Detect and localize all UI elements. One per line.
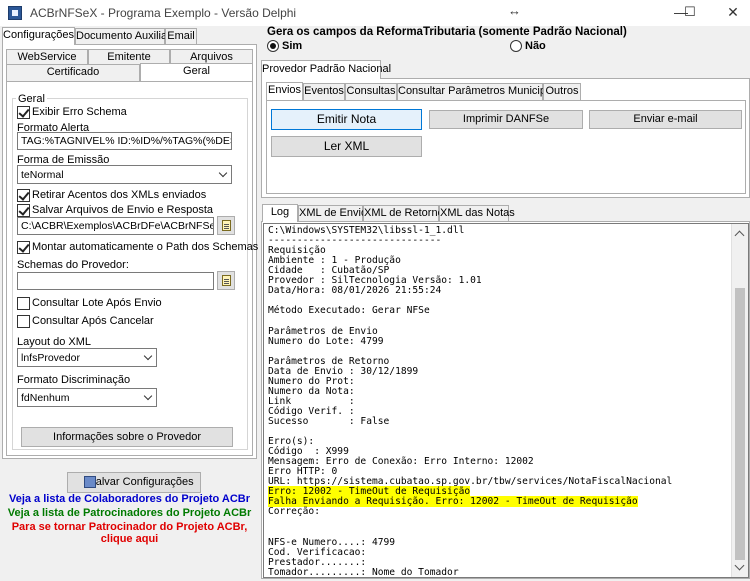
log-line: Sucesso : False: [268, 415, 390, 427]
formato-discriminacao-value: fdNenhum: [21, 392, 70, 404]
forma-emissao-value: teNormal: [21, 169, 64, 181]
enviar-email-button[interactable]: Enviar e-mail: [589, 110, 742, 129]
geral-group-title: Geral: [16, 93, 47, 105]
layout-xml-label: Layout do XML: [17, 336, 91, 348]
radio-sim[interactable]: [267, 40, 279, 52]
log-textarea[interactable]: C:\Windows\SYSTEM32\libssl-1_1.dll ------…: [263, 223, 749, 578]
save-icon: [84, 476, 96, 488]
ler-xml-button[interactable]: Ler XML: [271, 136, 422, 157]
tab-provedor-padrao-nacional[interactable]: Provedor Padrão Nacional: [261, 60, 391, 79]
schemas-input[interactable]: [17, 272, 214, 290]
tab-consultas[interactable]: Consultas: [345, 83, 397, 100]
chevron-down-icon: [218, 168, 228, 178]
chevron-down-icon: [143, 391, 153, 401]
tab-consultar-parametros[interactable]: Consultar Parâmetros Municipais: [397, 83, 560, 100]
tab-xml-retorno[interactable]: XML de Retorno: [363, 205, 444, 222]
link-tornar-patrocinador[interactable]: Para se tornar Patrocinador do Projeto A…: [0, 521, 259, 533]
emitir-nota-button[interactable]: Emitir Nota: [271, 109, 422, 130]
main-panel: Gera os campos da ReformaTributaria (som…: [261, 26, 750, 581]
radio-nao-label: Não: [525, 40, 546, 52]
consultar-apos-cancelar-label: Consultar Após Cancelar: [32, 315, 154, 327]
title-bar: ACBrNFSeX - Programa Exemplo - Versão De…: [0, 0, 750, 26]
path-input[interactable]: C:\ACBR\Exemplos\ACBrDFe\ACBrNFSeX\Delp: [17, 217, 214, 235]
tab-email[interactable]: Email: [165, 28, 197, 45]
salvar-config-button[interactable]: Salvar Configurações: [67, 472, 201, 493]
resize-icon: ↔: [508, 3, 521, 18]
scroll-down-icon[interactable]: [734, 560, 745, 571]
formato-discriminacao-label: Formato Discriminação: [17, 374, 131, 386]
salvar-arquivos-label: Salvar Arquivos de Envio e Resposta: [32, 204, 213, 216]
config-panel: Configurações Documento Auxiliar Email W…: [0, 26, 259, 581]
retirar-acentos-label: Retirar Acentos dos XMLs enviados: [32, 189, 207, 201]
layout-xml-value: lnfsProvedor: [21, 352, 80, 364]
log-line: Data/Hora: 08/01/2026 21:55:24: [268, 285, 442, 297]
schemas-label: Schemas do Provedor:: [17, 259, 129, 271]
montar-path-checkbox[interactable]: [17, 241, 30, 254]
scroll-thumb[interactable]: [735, 288, 745, 560]
radio-sim-label: Sim: [282, 40, 303, 52]
consultar-lote-checkbox[interactable]: [17, 297, 30, 310]
reforma-title: Gera os campos da ReformaTributaria (som…: [267, 26, 627, 38]
tab-configuracoes[interactable]: Configurações: [2, 27, 75, 45]
forma-emissao-select[interactable]: teNormal: [17, 165, 232, 184]
close-button[interactable]: ✕: [716, 0, 750, 26]
app-icon: [8, 6, 22, 20]
tab-xml-notas[interactable]: XML das Notas: [439, 205, 515, 222]
imprimir-danfse-button[interactable]: Imprimir DANFSe: [429, 110, 583, 129]
log-line: Método Executado: Gerar NFSe: [268, 305, 430, 317]
consultar-apos-cancelar-checkbox[interactable]: [17, 315, 30, 328]
log-line: Falha Enviando a Requisição. Erro: 12002…: [268, 496, 638, 508]
tab-documento-auxiliar[interactable]: Documento Auxiliar: [75, 28, 171, 45]
info-provedor-button[interactable]: Informações sobre o Provedor: [21, 427, 233, 447]
salvar-config-label: Salvar Configurações: [88, 476, 194, 488]
document-icon: [222, 220, 231, 231]
tab-geral[interactable]: Geral: [140, 63, 253, 81]
browse-schemas-button[interactable]: [217, 271, 235, 290]
link-patrocinadores[interactable]: Veja a lista de Patrocinadores do Projet…: [0, 507, 259, 519]
link-colaboradores[interactable]: Veja a lista de Colaboradores do Projeto…: [0, 493, 259, 505]
retirar-acentos-checkbox[interactable]: [17, 189, 30, 202]
tab-log[interactable]: Log: [262, 204, 298, 222]
exibir-erro-schema-checkbox[interactable]: [17, 106, 30, 119]
formato-alerta-input[interactable]: TAG:%TAGNIVEL% ID:%ID%/%TAG%(%DESCRI: [17, 132, 232, 150]
formato-discriminacao-select[interactable]: fdNenhum: [17, 388, 157, 407]
log-line: Tomador.........: Nome do Tomador: [268, 566, 459, 578]
link-clique-aqui[interactable]: clique aqui: [0, 533, 259, 545]
maximize-button[interactable]: ☐: [670, 0, 710, 26]
consultar-lote-label: Consultar Lote Após Envio: [32, 297, 162, 309]
montar-path-label: Montar automaticamente o Path dos Schema…: [32, 241, 259, 253]
log-line: Correção:: [268, 506, 320, 518]
tab-outros[interactable]: Outros: [543, 83, 581, 100]
log-scrollbar[interactable]: [731, 224, 748, 577]
tab-eventos[interactable]: Eventos: [303, 83, 345, 100]
radio-nao[interactable]: [510, 40, 522, 52]
browse-path-button[interactable]: [217, 216, 235, 235]
window-title: ACBrNFSeX - Programa Exemplo - Versão De…: [30, 6, 297, 20]
layout-xml-select[interactable]: lnfsProvedor: [17, 348, 157, 367]
tab-certificado[interactable]: Certificado: [6, 64, 140, 81]
tab-xml-envio[interactable]: XML de Envio: [298, 205, 367, 222]
exibir-erro-schema-label: Exibir Erro Schema: [32, 106, 127, 118]
tab-envios[interactable]: Envios: [266, 82, 303, 100]
log-line: Numero do Lote: 4799: [268, 335, 384, 347]
chevron-down-icon: [143, 351, 153, 361]
scroll-up-icon[interactable]: [734, 230, 745, 241]
salvar-arquivos-checkbox[interactable]: [17, 204, 30, 217]
document-icon: [222, 275, 231, 286]
